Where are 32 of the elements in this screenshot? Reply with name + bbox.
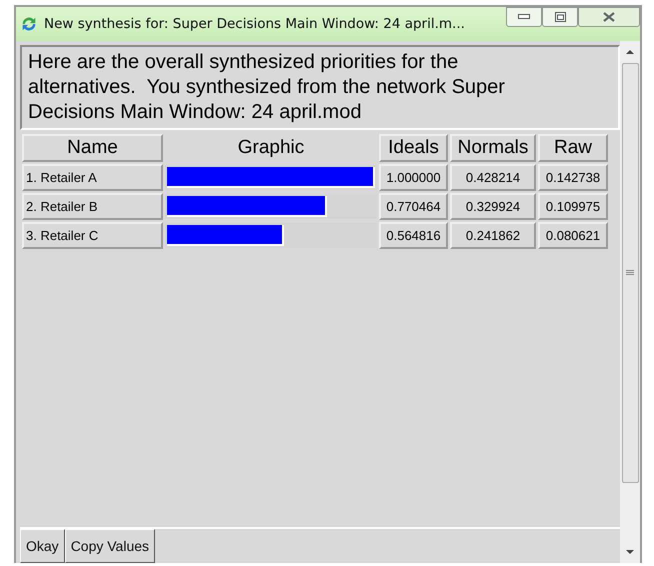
table-cell: 0.770464 xyxy=(379,193,448,220)
table-cell: 0.080621 xyxy=(538,222,608,249)
scroll-down-icon[interactable] xyxy=(625,549,635,555)
action-button[interactable]: Okay xyxy=(20,529,65,563)
table-cell: 0.241862 xyxy=(450,222,536,249)
table-cell: 0.329924 xyxy=(450,193,536,220)
window-title: New synthesis for: Super Decisions Main Window: 24 april.m... xyxy=(44,16,465,32)
table-cell: 0.109975 xyxy=(538,193,608,220)
table-cell: 0.142738 xyxy=(538,164,608,191)
table-cell: 3. Retailer C xyxy=(22,222,163,249)
grip-icon xyxy=(626,270,634,276)
action-button[interactable]: Copy Values xyxy=(64,529,156,563)
message-text: Here are the overall synthesized priorities for the alternatives. You synthesized from the network Super Decisions Main Window: 24 april.mod xyxy=(20,45,620,130)
column-header: Graphic xyxy=(236,136,306,160)
table-cell: 2. Retailer B xyxy=(22,193,163,220)
refresh-icon xyxy=(20,15,38,33)
maximize-button[interactable] xyxy=(542,7,578,27)
scroll-up-icon[interactable] xyxy=(625,49,635,55)
minimize-icon xyxy=(518,14,530,20)
column-header: Ideals xyxy=(379,134,448,162)
maximize-icon xyxy=(554,12,566,22)
table-cell: 1. Retailer A xyxy=(22,164,163,191)
table-cell: 0.564816 xyxy=(379,222,448,249)
column-header: Name xyxy=(22,134,163,162)
column-header: Raw xyxy=(538,134,608,162)
table-cell: 1.000000 xyxy=(379,164,448,191)
table-cell: 0.428214 xyxy=(450,164,536,191)
column-header: Normals xyxy=(450,134,536,162)
close-button[interactable] xyxy=(578,7,640,27)
scroll-thumb[interactable] xyxy=(622,63,638,483)
minimize-button[interactable] xyxy=(506,7,542,27)
close-icon xyxy=(603,12,615,22)
